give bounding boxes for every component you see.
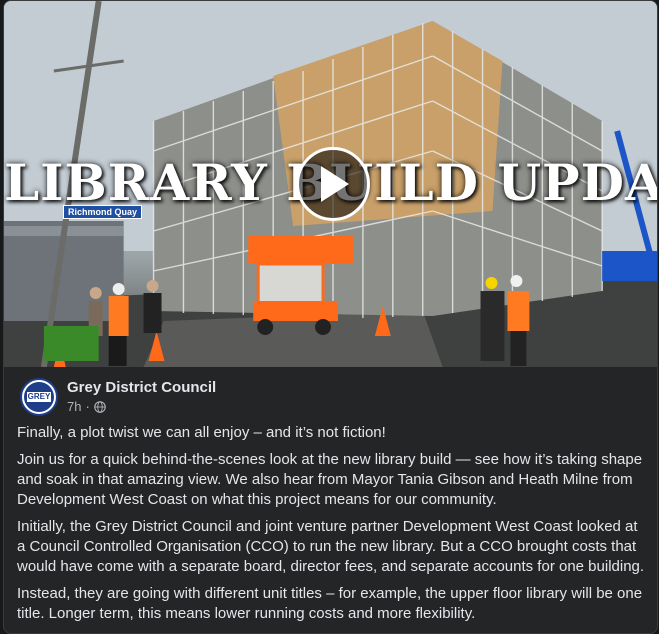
post-paragraph: Instead, they are going with different u…: [17, 585, 643, 622]
play-button[interactable]: [296, 147, 370, 221]
post-timestamp[interactable]: 7h: [67, 398, 81, 416]
page-name-link[interactable]: Grey District Council: [67, 378, 216, 398]
avatar[interactable]: GREY: [20, 378, 58, 416]
globe-icon[interactable]: [94, 401, 106, 413]
council-logo: GREY: [24, 382, 54, 412]
avatar-logo-text: GREY: [26, 392, 52, 402]
separator-dot: ·: [85, 399, 90, 414]
post-meta: Grey District Council 7h ·: [67, 378, 216, 416]
post-paragraph: Join us for a quick behind-the-scenes lo…: [17, 451, 643, 508]
post-paragraph: Finally, a plot twist we can all enjoy –…: [17, 424, 386, 441]
post-time-row: 7h ·: [67, 398, 216, 416]
post-card: Richmond Quay LIBRARY BUILD UPDATE GREY …: [3, 0, 658, 634]
post-header: GREY Grey District Council 7h ·: [20, 378, 216, 416]
play-icon: [321, 166, 349, 202]
post-body: Finally, a plot twist we can all enjoy –…: [17, 423, 647, 631]
video-player[interactable]: Richmond Quay LIBRARY BUILD UPDATE: [4, 1, 657, 367]
post-paragraph: Initially, the Grey District Council and…: [17, 518, 645, 575]
